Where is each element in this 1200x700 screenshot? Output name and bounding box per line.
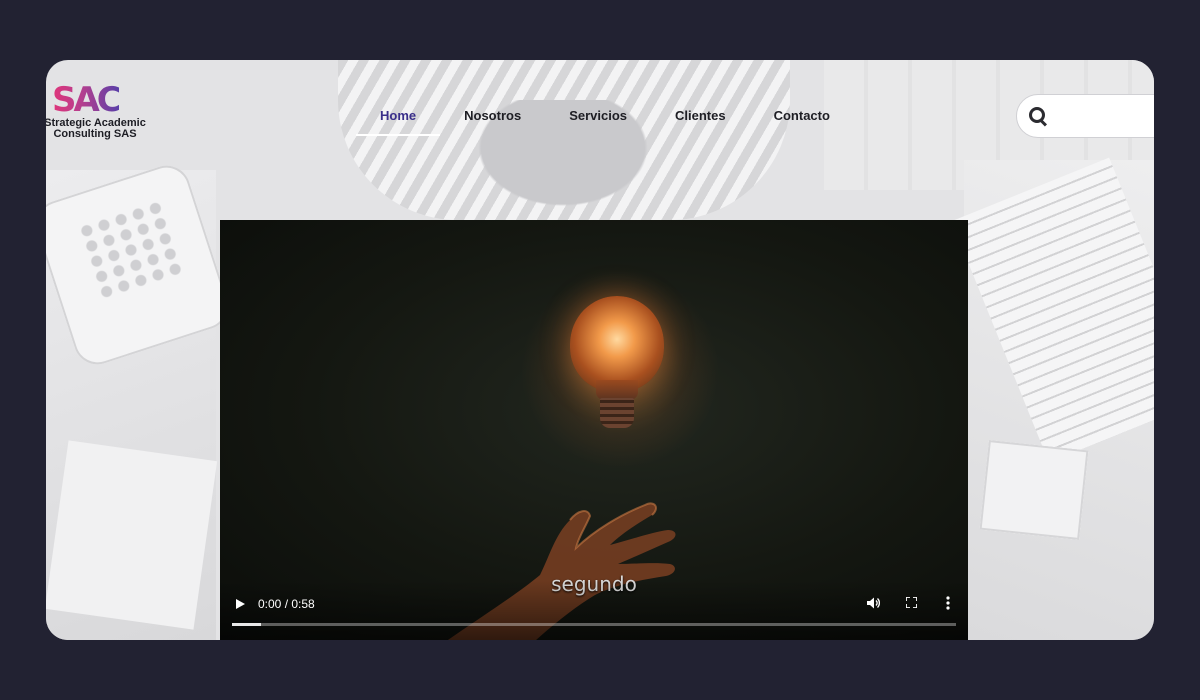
video-frame-lightbulb-neck xyxy=(596,380,638,400)
video-progress-bar[interactable] xyxy=(232,623,956,626)
fullscreen-icon[interactable] xyxy=(906,597,917,608)
video-frame-lightbulb-base xyxy=(600,398,634,428)
video-controls: 0:00 / 0:58 xyxy=(220,580,968,640)
main-nav: Home Nosotros Servicios Clientes Contact… xyxy=(356,94,878,136)
volume-icon[interactable] xyxy=(866,596,880,610)
logo-text-line2: Consulting SAS xyxy=(53,128,137,140)
nav-home[interactable]: Home xyxy=(356,94,441,136)
logo-mark: SAC xyxy=(52,80,122,120)
nav-clientes[interactable]: Clientes xyxy=(675,94,726,136)
background-box-right xyxy=(979,440,1089,540)
search-box[interactable] xyxy=(1016,94,1154,138)
nav-contacto[interactable]: Contacto xyxy=(774,94,830,136)
search-input[interactable] xyxy=(1057,108,1154,124)
video-frame-lightbulb xyxy=(570,296,664,392)
logo-text: Strategic Academic Consulting SAS xyxy=(46,118,150,140)
background-person xyxy=(338,60,790,220)
play-icon[interactable] xyxy=(236,599,245,609)
search-icon[interactable] xyxy=(1029,107,1047,125)
video-player[interactable]: segundo 0:00 / 0:58 xyxy=(220,220,968,640)
video-time: 0:00 / 0:58 xyxy=(258,597,315,611)
background-paper-left xyxy=(46,440,218,630)
site-logo[interactable]: SAC Strategic Academic Consulting SAS xyxy=(46,80,150,144)
more-options-icon[interactable] xyxy=(946,596,950,610)
nav-nosotros[interactable]: Nosotros xyxy=(464,94,521,136)
video-progress-fill xyxy=(232,623,261,626)
browser-window: SAC Strategic Academic Consulting SAS Ho… xyxy=(46,60,1154,640)
nav-servicios[interactable]: Servicios xyxy=(569,94,627,136)
